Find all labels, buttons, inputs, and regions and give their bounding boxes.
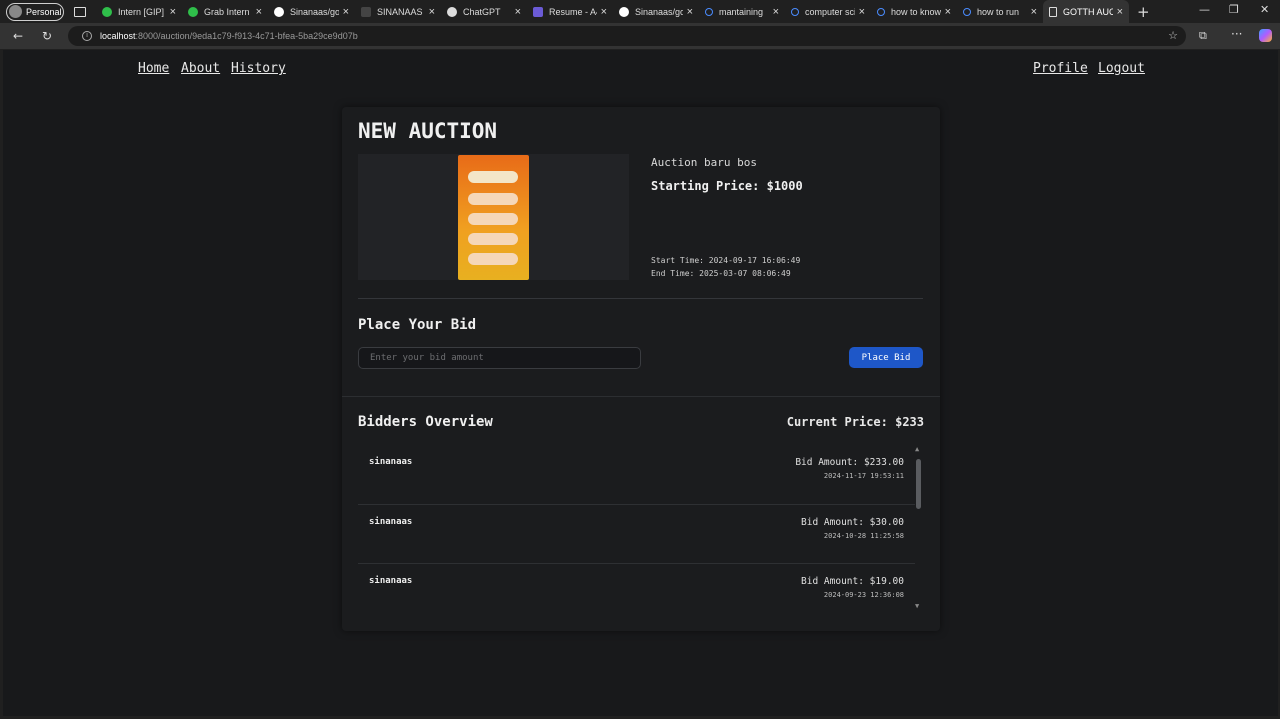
bid-amount: Bid Amount: $19.00: [801, 576, 904, 587]
divider: [342, 396, 940, 397]
favorite-star-icon[interactable]: ☆: [1168, 29, 1178, 42]
bid-timestamp: 2024-09-23 12:36:08: [823, 591, 904, 599]
tab-favicon-icon: [102, 6, 112, 17]
end-time: End Time: 2025-03-07 08:06:49: [651, 269, 791, 278]
close-icon[interactable]: ×: [1031, 6, 1037, 18]
bidder-name: sinanaas: [369, 457, 413, 467]
divider: [358, 298, 923, 299]
list-item: sinanaas Bid Amount: $19.00 2024-09-23 1…: [358, 564, 915, 612]
window-close-icon[interactable]: ✕: [1260, 3, 1269, 16]
browser-tab[interactable]: Sinanaas/go ×: [268, 0, 355, 23]
close-icon[interactable]: ×: [1117, 6, 1123, 18]
url-path: :8000/auction/9eda1c79-f913-4c71-bfea-5b…: [135, 31, 358, 41]
address-toolbar: ← ↻ i localhost :8000/auction/9eda1c79-f…: [0, 23, 1280, 49]
tab-actions-icon[interactable]: [74, 6, 86, 17]
bid-amount: Bid Amount: $30.00: [801, 516, 904, 528]
bidders-scrollbar[interactable]: ▲ ▼: [915, 445, 923, 612]
close-icon[interactable]: ×: [170, 6, 176, 18]
tab-favicon-icon: [361, 6, 371, 17]
auction-title: NEW AUCTION: [358, 119, 498, 143]
close-icon[interactable]: ×: [687, 6, 693, 18]
browser-tab[interactable]: how to run ×: [957, 0, 1043, 23]
search-icon: [963, 7, 971, 16]
page-icon: [1049, 6, 1057, 17]
browser-tab[interactable]: how to know ×: [871, 0, 957, 23]
profile-label: Personal: [26, 6, 62, 17]
new-tab-icon[interactable]: +: [1137, 3, 1150, 21]
extensions-icon[interactable]: ⧉: [1199, 29, 1207, 43]
starting-price: Starting Price: $1000: [651, 179, 803, 193]
current-price: Current Price: $233: [786, 415, 924, 429]
more-menu-icon[interactable]: ···: [1231, 27, 1242, 41]
nav-about-link[interactable]: About: [181, 61, 220, 76]
scroll-up-icon[interactable]: ▲: [915, 445, 919, 453]
close-icon[interactable]: ×: [601, 6, 607, 18]
bid-amount-input[interactable]: [358, 347, 641, 369]
search-icon: [791, 7, 799, 16]
profile-button[interactable]: Personal: [6, 2, 64, 21]
github-icon: [274, 6, 284, 17]
page: Home About History Profile Logout NEW AU…: [3, 50, 1278, 716]
browser-tab-bar: Personal Intern [GIP] × Grab Intern × Sina…: [0, 0, 1280, 23]
minimize-icon[interactable]: —: [1199, 3, 1210, 16]
browser-tab-active[interactable]: GOTTH AUC ×: [1043, 0, 1129, 23]
chatgpt-icon: [447, 6, 457, 17]
bid-timestamp: 2024-10-28 11:25:58: [823, 531, 904, 540]
close-icon[interactable]: ×: [429, 6, 435, 18]
bid-timestamp: 2024-11-17 19:53:11: [823, 472, 904, 480]
list-item: sinanaas Bid Amount: $233.00 2024-11-17 …: [358, 445, 915, 505]
close-icon[interactable]: ×: [945, 6, 951, 18]
bidders-list[interactable]: sinanaas Bid Amount: $233.00 2024-11-17 …: [358, 445, 915, 612]
browser-tab[interactable]: ChatGPT ×: [441, 0, 527, 23]
nav-history-link[interactable]: History: [231, 61, 286, 76]
place-bid-heading: Place Your Bid: [358, 317, 477, 333]
auction-description: Auction baru bos: [651, 156, 757, 169]
browser-tab[interactable]: Sinanaas/go ×: [613, 0, 699, 23]
bidder-name: sinanaas: [369, 576, 413, 586]
nav-logout-link[interactable]: Logout: [1098, 61, 1145, 76]
bidder-name: sinanaas: [369, 516, 413, 527]
browser-tab[interactable]: computer sci ×: [785, 0, 871, 23]
auction-image-frame: [358, 154, 629, 280]
nav-profile-link[interactable]: Profile: [1033, 61, 1088, 76]
start-time: Start Time: 2024-09-17 16:06:49: [651, 256, 801, 265]
address-bar[interactable]: i localhost :8000/auction/9eda1c79-f913-…: [68, 26, 1186, 46]
scrollbar-thumb[interactable]: [916, 459, 921, 509]
avatar: [9, 5, 22, 18]
refresh-icon[interactable]: ↻: [38, 29, 56, 43]
close-icon[interactable]: ×: [256, 6, 262, 18]
close-icon[interactable]: ×: [773, 6, 779, 18]
browser-tab[interactable]: mantaining ×: [699, 0, 785, 23]
info-icon[interactable]: i: [82, 31, 92, 41]
list-item: sinanaas Bid Amount: $30.00 2024-10-28 1…: [358, 505, 915, 564]
close-icon[interactable]: ×: [343, 6, 349, 18]
back-icon[interactable]: ←: [9, 29, 27, 43]
copilot-icon[interactable]: [1259, 29, 1272, 42]
close-icon[interactable]: ×: [515, 6, 521, 18]
bid-amount: Bid Amount: $233.00: [795, 457, 904, 468]
place-bid-button[interactable]: Place Bid: [849, 347, 923, 368]
tab-favicon-icon: [533, 6, 543, 17]
search-icon: [877, 7, 885, 16]
auction-card: NEW AUCTION Auction baru bos Starting Pr…: [342, 107, 940, 631]
url-host: localhost: [100, 31, 136, 41]
bidders-overview-heading: Bidders Overview: [358, 414, 493, 430]
scroll-down-icon[interactable]: ▼: [915, 602, 919, 610]
search-icon: [705, 7, 713, 16]
restore-icon[interactable]: ❐: [1229, 3, 1239, 16]
browser-tab[interactable]: Resume - A4 ×: [527, 0, 613, 23]
browser-tab[interactable]: Intern [GIP] ×: [96, 0, 182, 23]
close-icon[interactable]: ×: [859, 6, 865, 18]
github-icon: [619, 6, 629, 17]
tab-favicon-icon: [188, 6, 198, 17]
auction-image: [458, 155, 529, 280]
browser-tab[interactable]: SINANAAS ×: [355, 0, 441, 23]
nav-home-link[interactable]: Home: [138, 61, 169, 76]
browser-tab[interactable]: Grab Intern ×: [182, 0, 268, 23]
